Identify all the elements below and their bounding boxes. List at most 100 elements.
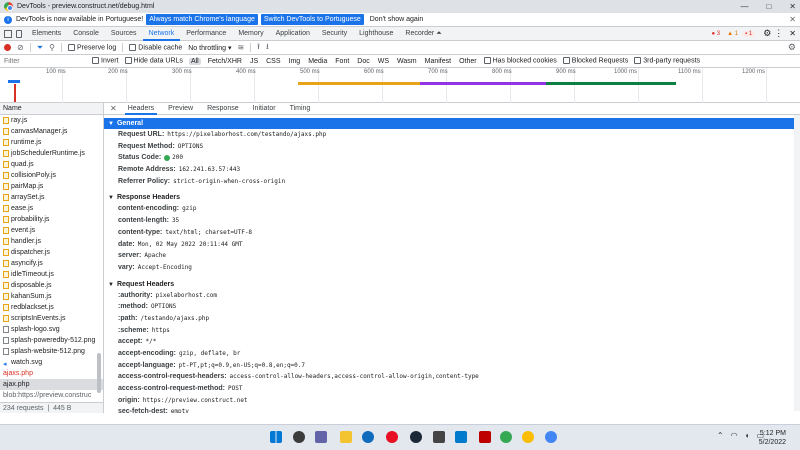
filezilla-icon[interactable] — [479, 431, 491, 443]
request-row[interactable]: ray.js — [0, 115, 103, 126]
request-row[interactable]: disposable.js — [0, 280, 103, 291]
always-match-language-button[interactable]: Always match Chrome's language — [146, 14, 258, 25]
show-hidden-icons-icon[interactable]: ⌃ — [717, 431, 724, 440]
more-options-icon[interactable]: ⋮ — [774, 28, 783, 39]
header-value[interactable]: strict-origin-when-cross-origin — [173, 178, 285, 185]
header-value[interactable]: Mon, 02 May 2022 20:11:44 GMT — [138, 241, 243, 248]
request-row[interactable]: quad.js — [0, 159, 103, 170]
type-filter-doc[interactable]: Doc — [356, 58, 370, 65]
throttling-select[interactable]: No throttling ▾ — [188, 44, 231, 52]
header-value[interactable]: Accept-Encoding — [138, 264, 192, 271]
header-value[interactable]: https://pixelaborhost.com/testando/ajaxs… — [167, 131, 326, 138]
header-value[interactable]: 162.241.63.57:443 — [179, 166, 240, 173]
tab-sources[interactable]: Sources — [105, 27, 143, 41]
close-devtools-icon[interactable]: ✕ — [789, 29, 796, 38]
request-row[interactable]: canvasManager.js — [0, 126, 103, 137]
header-value[interactable]: text/html; charset=UTF-8 — [165, 229, 252, 236]
invert-checkbox[interactable]: Invert — [92, 57, 119, 65]
has-blocked-cookies-checkbox[interactable]: Has blocked cookies — [483, 57, 557, 65]
volume-icon[interactable]: ◖ — [745, 431, 750, 440]
request-headers-section-header[interactable]: ▼ Request Headers — [104, 279, 800, 290]
filter-input[interactable] — [4, 57, 86, 65]
export-har-icon[interactable]: ⭳ — [266, 41, 269, 55]
request-row[interactable]: splash-website-512.png — [0, 346, 103, 357]
tab-response[interactable]: Response — [204, 103, 242, 115]
header-value[interactable]: empty — [171, 408, 189, 413]
request-row[interactable]: dispatcher.js — [0, 247, 103, 258]
request-row[interactable]: kahanSum.js — [0, 291, 103, 302]
warning-count-badge[interactable]: ▲ 1 — [725, 31, 740, 37]
name-column-header[interactable]: Name — [0, 103, 103, 115]
filter-funnel-icon[interactable]: ⏷ — [37, 43, 43, 53]
request-row[interactable]: arraySet.js — [0, 192, 103, 203]
header-value[interactable]: gzip, deflate, br — [179, 350, 240, 357]
record-icon[interactable] — [4, 44, 11, 51]
request-row[interactable]: pairMap.js — [0, 181, 103, 192]
inspect-element-icon[interactable] — [4, 29, 12, 38]
network-conditions-icon[interactable]: ≋ — [237, 43, 244, 52]
tab-lighthouse[interactable]: Lighthouse — [353, 27, 399, 41]
request-row[interactable]: jobSchedulerRuntime.js — [0, 148, 103, 159]
chrome-active-icon[interactable] — [545, 431, 557, 443]
request-row[interactable]: ajax.php — [0, 379, 103, 390]
request-row[interactable]: ◂ watch.svg — [0, 357, 103, 368]
blocked-requests-checkbox[interactable]: Blocked Requests — [562, 57, 628, 65]
minimize-button[interactable]: — — [740, 2, 748, 11]
request-list-scrollbar[interactable] — [97, 353, 101, 393]
type-filter-font[interactable]: Font — [334, 58, 350, 65]
chat-icon[interactable] — [315, 431, 327, 443]
request-row[interactable]: splash-poweredby-512.png — [0, 335, 103, 346]
header-value[interactable]: OPTIONS — [178, 143, 203, 150]
header-value[interactable]: https://preview.construct.net — [143, 397, 248, 404]
type-filter-js[interactable]: JS — [249, 58, 259, 65]
type-filter-css[interactable]: CSS — [265, 58, 281, 65]
tab-memory[interactable]: Memory — [232, 27, 269, 41]
settings-gear-icon[interactable]: ⚙ — [763, 28, 771, 39]
tab-application[interactable]: Application — [270, 27, 316, 41]
request-row[interactable]: scriptsInEvents.js — [0, 313, 103, 324]
details-scrollbar[interactable] — [794, 115, 800, 411]
tab-security[interactable]: Security — [316, 27, 353, 41]
search-icon[interactable]: ⚲ — [49, 43, 55, 52]
request-row[interactable]: blob:https://preview.construc — [0, 390, 103, 401]
app-icon[interactable] — [433, 431, 445, 443]
device-toolbar-icon[interactable] — [16, 29, 22, 38]
opera-browser-icon[interactable] — [386, 431, 398, 443]
edge-browser-icon[interactable] — [362, 431, 374, 443]
header-value[interactable]: OPTIONS — [151, 303, 176, 310]
search-icon[interactable] — [293, 431, 305, 443]
request-row[interactable]: redblackset.js — [0, 302, 103, 313]
chrome-canary-icon[interactable] — [522, 431, 534, 443]
request-row[interactable]: probability.js — [0, 214, 103, 225]
switch-to-portuguese-button[interactable]: Switch DevTools to Portuguese — [260, 14, 364, 25]
import-har-icon[interactable]: ⭱ — [257, 41, 260, 55]
request-row[interactable]: ajaxs.php — [0, 368, 103, 379]
general-section-header[interactable]: ▼ General — [104, 118, 800, 129]
type-filter-ws[interactable]: WS — [377, 58, 390, 65]
tab-performance[interactable]: Performance — [180, 27, 232, 41]
header-value[interactable]: pixelaborhost.com — [156, 292, 217, 299]
header-value[interactable]: https — [152, 327, 170, 334]
type-filter-media[interactable]: Media — [307, 58, 328, 65]
tab-elements[interactable]: Elements — [26, 27, 67, 41]
header-value[interactable]: 35 — [172, 217, 179, 224]
issues-count-badge[interactable]: ▪ 1 — [743, 30, 755, 37]
header-value[interactable]: POST — [228, 385, 242, 392]
tab-network[interactable]: Network — [142, 27, 181, 41]
type-filter-manifest[interactable]: Manifest — [424, 58, 452, 65]
request-row[interactable]: runtime.js — [0, 137, 103, 148]
type-filter-other[interactable]: Other — [458, 58, 478, 65]
chrome-icon[interactable] — [500, 431, 512, 443]
hide-data-urls-checkbox[interactable]: Hide data URLs — [124, 57, 183, 65]
header-value[interactable]: Apache — [144, 252, 166, 259]
type-filter-all[interactable]: All — [188, 57, 201, 65]
header-value[interactable]: /testando/ajaxs.php — [140, 315, 209, 322]
preserve-log-checkbox[interactable]: Preserve log — [67, 43, 116, 51]
clear-icon[interactable]: ⊘ — [17, 43, 24, 52]
request-row[interactable]: event.js — [0, 225, 103, 236]
dont-show-again-button[interactable]: Don't show again — [367, 14, 426, 25]
tab-initiator[interactable]: Initiator — [250, 103, 279, 115]
network-overview-timeline[interactable]: 100 ms 200 ms 300 ms 400 ms 500 ms 600 m… — [0, 68, 800, 103]
maximize-button[interactable]: □ — [766, 2, 771, 11]
request-row[interactable]: ease.js — [0, 203, 103, 214]
